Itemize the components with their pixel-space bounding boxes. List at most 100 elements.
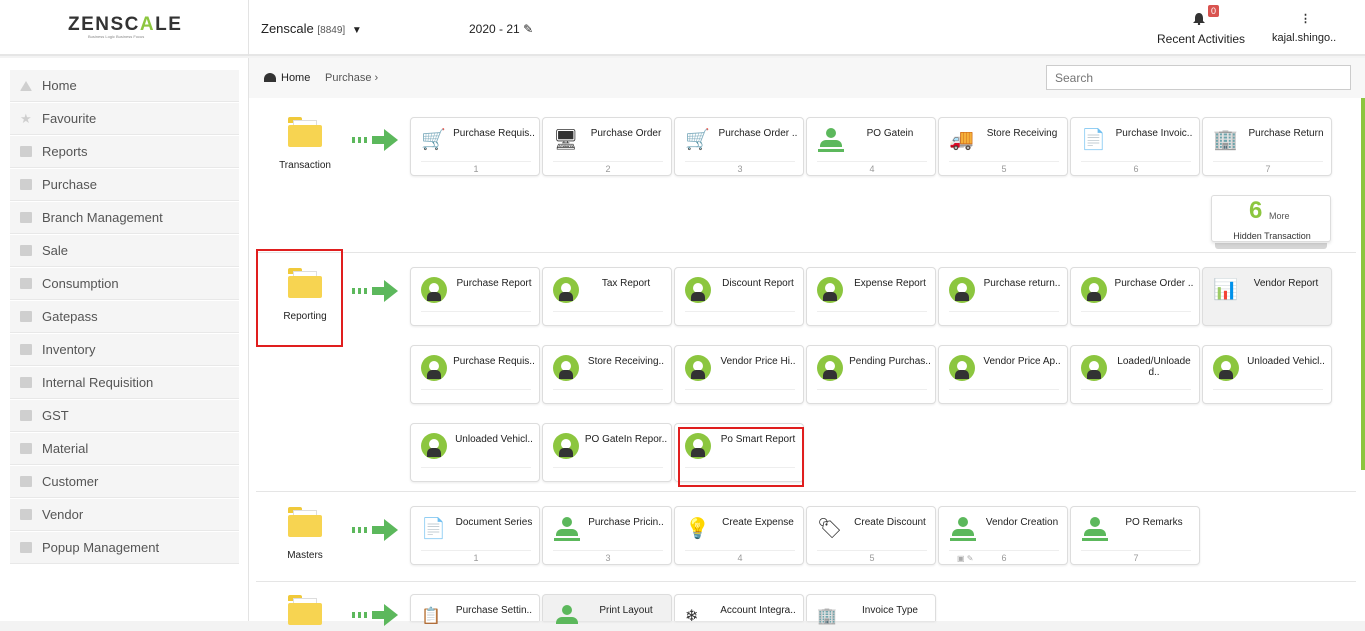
tile-unloaded-vehicle-1[interactable]: Unloaded Vehicl.. <box>1202 345 1332 404</box>
tile-invoice-type[interactable]: 🏢 Invoice Type <box>806 594 936 625</box>
tile-purchase-settings[interactable]: 📋 Purchase Settin.. <box>410 594 540 625</box>
report-user-icon <box>421 277 447 303</box>
more-vertical-icon[interactable]: ⋮ <box>1300 12 1311 25</box>
sidebar-item-popup-management[interactable]: Popup Management <box>10 532 239 564</box>
tile-store-receiving[interactable]: 🚚 Store Receiving 5 <box>938 117 1068 176</box>
tile-store-receiving-report[interactable]: Store Receiving.. <box>542 345 672 404</box>
company-code: [8849] <box>317 25 346 36</box>
edit-icon: ✎ <box>523 22 534 36</box>
tile-po-gatein-report[interactable]: PO GateIn Repor.. <box>542 423 672 482</box>
masters-folder-icon[interactable] <box>288 507 322 537</box>
tile-purchase-pricing[interactable]: Purchase Pricin.. 3 <box>542 506 672 565</box>
sidebar-item-favourite[interactable]: ★ Favourite <box>10 103 239 135</box>
sidebar-item-label: Consumption <box>42 276 119 291</box>
person-idea-icon: 💡 <box>685 518 710 540</box>
recent-activities-button[interactable]: Recent Activities <box>1157 32 1245 46</box>
tile-print-layout[interactable]: Print Layout <box>542 594 672 624</box>
tile-create-discount[interactable]: 🏷 Create Discount 5 <box>806 506 936 565</box>
breadcrumb-current: Purchase › <box>325 72 379 84</box>
folder-icon <box>20 443 32 454</box>
tile-label: Store Receiving <box>986 128 1058 139</box>
tile-loaded-unloaded[interactable]: Loaded/Unloade d.. <box>1070 345 1200 404</box>
tile-tax-report[interactable]: Tax Report <box>542 267 672 326</box>
tile-purchase-requisition[interactable]: 🛒 Purchase Requis.. 1 <box>410 117 540 176</box>
bell-icon[interactable] <box>1193 13 1205 25</box>
scrollbar[interactable] <box>1361 98 1365 470</box>
tile-unloaded-vehicle-2[interactable]: Unloaded Vehicl.. <box>410 423 540 482</box>
cart-check-icon: 🛒 <box>685 129 710 151</box>
tile-label: Purchase Order .. <box>1114 278 1194 289</box>
tile-label: Purchase Order .. <box>718 128 798 139</box>
sidebar-item-gatepass[interactable]: Gatepass <box>10 301 239 333</box>
tile-purchase-report[interactable]: Purchase Report <box>410 267 540 326</box>
report-user-icon <box>553 277 579 303</box>
notification-badge: 0 <box>1208 5 1220 17</box>
star-icon: ★ <box>20 110 32 126</box>
tile-discount-report[interactable]: Discount Report <box>674 267 804 326</box>
tile-number: 4 <box>737 553 743 563</box>
tile-purchase-order-report[interactable]: Purchase Order .. <box>1070 267 1200 326</box>
sidebar-item-material[interactable]: Material <box>10 433 239 465</box>
sidebar-item-vendor[interactable]: Vendor <box>10 499 239 531</box>
tile-label: Purchase Requis.. <box>453 128 535 139</box>
financial-year-selector[interactable]: 2020 - 21 ✎ <box>469 22 533 36</box>
sidebar-item-label: Purchase <box>42 177 97 192</box>
tile-purchase-order-approval[interactable]: 🛒 Purchase Order .. 3 <box>674 117 804 176</box>
logo-tagline: Business Logic Business Focus <box>88 34 145 39</box>
sidebar-item-purchase[interactable]: Purchase <box>10 169 239 201</box>
tile-create-expense[interactable]: 💡 Create Expense 4 <box>674 506 804 565</box>
sidebar-item-consumption[interactable]: Consumption <box>10 268 239 300</box>
hidden-transaction-stack <box>1215 243 1327 249</box>
search-input[interactable] <box>1046 65 1351 90</box>
sidebar-item-internal-requisition[interactable]: Internal Requisition <box>10 367 239 399</box>
tile-purchase-return-report[interactable]: Purchase return.. <box>938 267 1068 326</box>
tile-account-integration[interactable]: ❄ Account Integra.. <box>674 594 804 625</box>
top-header: ZENSCALE Business Logic Business Focus Z… <box>0 0 1365 56</box>
tile-po-gatein[interactable]: PO Gatein 4 <box>806 117 936 176</box>
sidebar-item-customer[interactable]: Customer <box>10 466 239 498</box>
breadcrumb-home[interactable]: Home <box>281 72 310 84</box>
tile-number: 1 <box>473 164 479 174</box>
report-user-icon <box>1081 355 1107 381</box>
tile-document-series[interactable]: 📄 Document Series 1 <box>410 506 540 565</box>
settings-folder-icon[interactable] <box>288 595 322 625</box>
sidebar-item-home[interactable]: Home <box>10 70 239 102</box>
tile-pending-purchase[interactable]: Pending Purchas.. <box>806 345 936 404</box>
user-icon <box>818 128 844 154</box>
hidden-transaction-button[interactable]: 6 More Hidden Transaction <box>1211 195 1331 242</box>
shopping-cart-icon: 🛒 <box>421 129 446 151</box>
arrow-right-icon <box>352 519 400 541</box>
tile-vendor-report[interactable]: 📊 Vendor Report <box>1202 267 1332 326</box>
tile-vendor-price-approval[interactable]: Vendor Price Ap.. <box>938 345 1068 404</box>
user-icon <box>554 517 580 543</box>
tile-expense-report[interactable]: Expense Report <box>806 267 936 326</box>
sidebar-item-sale[interactable]: Sale <box>10 235 239 267</box>
sidebar-item-branch-management[interactable]: Branch Management <box>10 202 239 234</box>
zenscale-logo[interactable]: ZENSCALE <box>68 14 182 36</box>
sidebar-item-gst[interactable]: GST <box>10 400 239 432</box>
arrow-right-icon <box>352 604 400 626</box>
transaction-folder-icon[interactable] <box>288 117 322 147</box>
report-user-icon <box>817 277 843 303</box>
tile-vendor-price-history[interactable]: Vendor Price Hi.. <box>674 345 804 404</box>
tile-label: Store Receiving.. <box>587 356 665 367</box>
tile-purchase-order[interactable]: 🖥 Purchase Order 2 <box>542 117 672 176</box>
tile-purchase-invoice[interactable]: 📄 Purchase Invoic.. 6 <box>1070 117 1200 176</box>
tile-label: Unloaded Vehicl.. <box>455 434 533 445</box>
company-selector[interactable]: Zenscale [8849] ▼ <box>261 21 362 36</box>
delivery-icon: 🚚 <box>949 129 974 151</box>
settings-sheet-icon: 📋 <box>421 608 441 625</box>
dashboard-icon <box>264 73 276 82</box>
network-icon: ❄ <box>685 608 699 625</box>
tile-po-remarks[interactable]: PO Remarks 7 <box>1070 506 1200 565</box>
tile-purchase-requisition-report[interactable]: Purchase Requis.. <box>410 345 540 404</box>
tile-purchase-return[interactable]: 🏢 Purchase Return 7 <box>1202 117 1332 176</box>
tile-vendor-creation[interactable]: Vendor Creation ▣ ✎ 6 <box>938 506 1068 565</box>
section-label-transaction: Transaction <box>279 160 331 171</box>
report-user-icon <box>421 355 447 381</box>
sidebar-item-inventory[interactable]: Inventory <box>10 334 239 366</box>
folder-icon <box>20 509 32 520</box>
sidebar-item-reports[interactable]: Reports <box>10 136 239 168</box>
tile-label: Discount Report <box>722 278 794 289</box>
user-menu[interactable]: kajal.shingo.. <box>1272 32 1336 44</box>
